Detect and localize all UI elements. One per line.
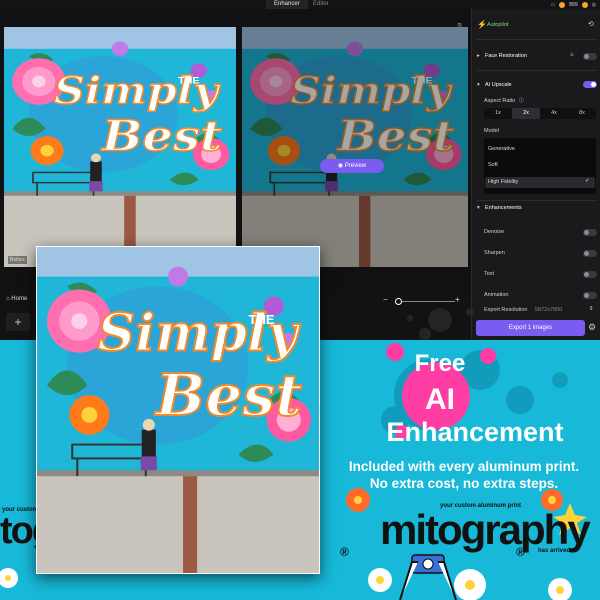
ad-free-heading: Free	[414, 350, 466, 377]
svg-text:THE: THE	[249, 312, 276, 327]
brand-logo: mitography	[380, 506, 591, 553]
svg-text:Best: Best	[154, 361, 303, 428]
print-photo: Simply THE Best	[36, 246, 320, 574]
ad-enhancement-heading: Enhancement	[386, 417, 564, 447]
hands-camera-illustration	[399, 554, 457, 600]
brand-arrived-text: has arrived	[538, 548, 571, 554]
ad-ai-heading: AI	[425, 383, 455, 416]
mural-illustration: Simply THE Best	[37, 247, 319, 573]
registered-mark: ®	[516, 545, 525, 559]
ad-subtext-line1: Included with every aluminum print.	[348, 459, 580, 474]
ad-subtext-line2: No extra cost, no extra steps.	[369, 476, 559, 491]
black-splatter	[407, 308, 474, 340]
left-registered-mark: ®	[340, 545, 349, 559]
ad-subtext: Included with every aluminum print. No e…	[328, 458, 600, 492]
